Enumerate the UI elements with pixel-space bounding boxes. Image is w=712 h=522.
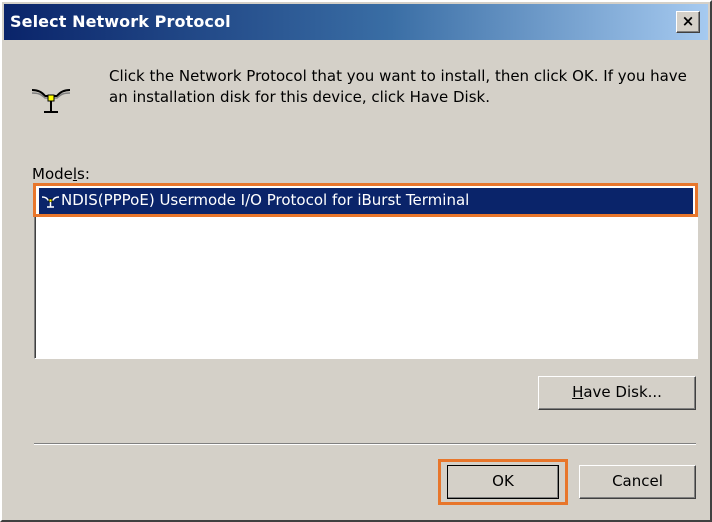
close-button[interactable]: × xyxy=(676,11,700,33)
models-label-part2: s: xyxy=(77,165,90,183)
models-list[interactable]: NDIS(PPPoE) Usermode I/O Protocol for iB… xyxy=(34,183,698,359)
ok-button[interactable]: OK xyxy=(447,465,559,499)
list-item-label: NDIS(PPPoE) Usermode I/O Protocol for iB… xyxy=(61,191,470,209)
models-label: Models: xyxy=(32,165,90,183)
ok-label: OK xyxy=(492,472,514,490)
instruction-text: Click the Network Protocol that you want… xyxy=(109,67,687,106)
models-label-part1: Mode xyxy=(32,165,73,183)
dialog-title: Select Network Protocol xyxy=(10,12,231,31)
cancel-button[interactable]: Cancel xyxy=(579,465,696,499)
network-protocol-icon xyxy=(42,196,59,208)
select-network-protocol-dialog: Select Network Protocol × Click the Netw… xyxy=(0,0,712,522)
title-bar[interactable]: Select Network Protocol × xyxy=(4,4,708,40)
have-disk-mnemonic: H xyxy=(572,383,584,401)
have-disk-label: ave Disk... xyxy=(583,383,662,401)
close-icon: × xyxy=(681,12,695,30)
cancel-label: Cancel xyxy=(612,472,663,490)
network-protocol-icon xyxy=(31,89,71,113)
have-disk-button[interactable]: Have Disk... xyxy=(538,376,696,410)
separator xyxy=(34,443,696,445)
list-item[interactable]: NDIS(PPPoE) Usermode I/O Protocol for iB… xyxy=(39,188,693,214)
